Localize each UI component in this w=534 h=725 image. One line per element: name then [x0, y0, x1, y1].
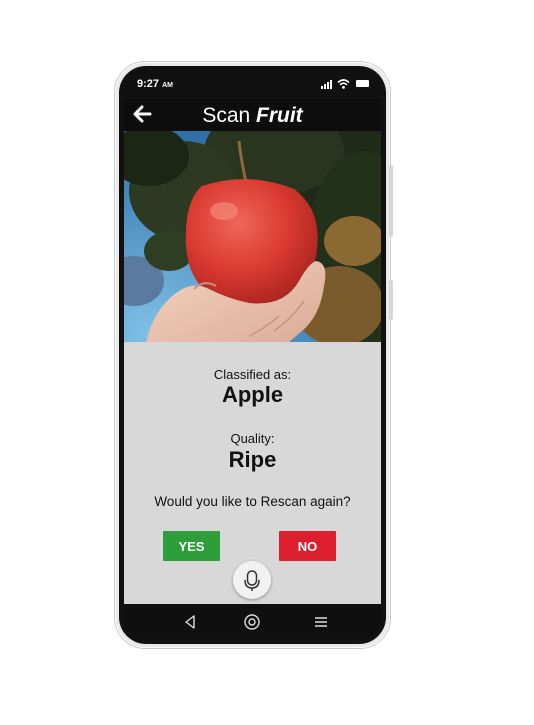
classified-label: Classified as:: [213, 367, 292, 382]
volume-button: [389, 165, 393, 237]
title-fruit: Fruit: [256, 104, 303, 127]
circle-home-icon[interactable]: [243, 613, 261, 631]
status-time: 9:27 AM: [137, 78, 173, 90]
quality-value: Ripe: [228, 447, 277, 472]
power-button: [389, 280, 393, 320]
quality-label: Quality:: [230, 431, 275, 446]
status-icons: [321, 79, 369, 89]
status-bar: 9:27 AM: [124, 71, 381, 99]
yes-button[interactable]: YES: [163, 531, 220, 561]
scanned-fruit-photo: [124, 131, 381, 356]
microphone-button[interactable]: [233, 561, 271, 599]
microphone-icon: [244, 570, 260, 591]
no-button[interactable]: NO: [279, 531, 336, 561]
app-header: Scan Fruit: [124, 99, 381, 131]
title-scan: Scan: [202, 104, 257, 127]
status-clock: 9:27: [137, 78, 160, 90]
page-title: Scan Fruit: [124, 104, 381, 128]
wifi-icon: [337, 79, 350, 89]
apple-photo-illustration: [124, 131, 381, 356]
triangle-back-icon[interactable]: [181, 613, 199, 631]
phone-screen: 9:27 AM Scan Fruit Classified as: Apple …: [124, 71, 381, 639]
rescan-prompt: Would you like to Rescan again?: [154, 494, 351, 509]
system-navigation-bar: [124, 604, 381, 639]
menu-lines-icon[interactable]: [312, 613, 330, 631]
signal-icon: [321, 79, 333, 89]
status-ampm: AM: [162, 82, 173, 89]
battery-icon: [356, 80, 369, 87]
classified-value: Apple: [221, 382, 284, 407]
